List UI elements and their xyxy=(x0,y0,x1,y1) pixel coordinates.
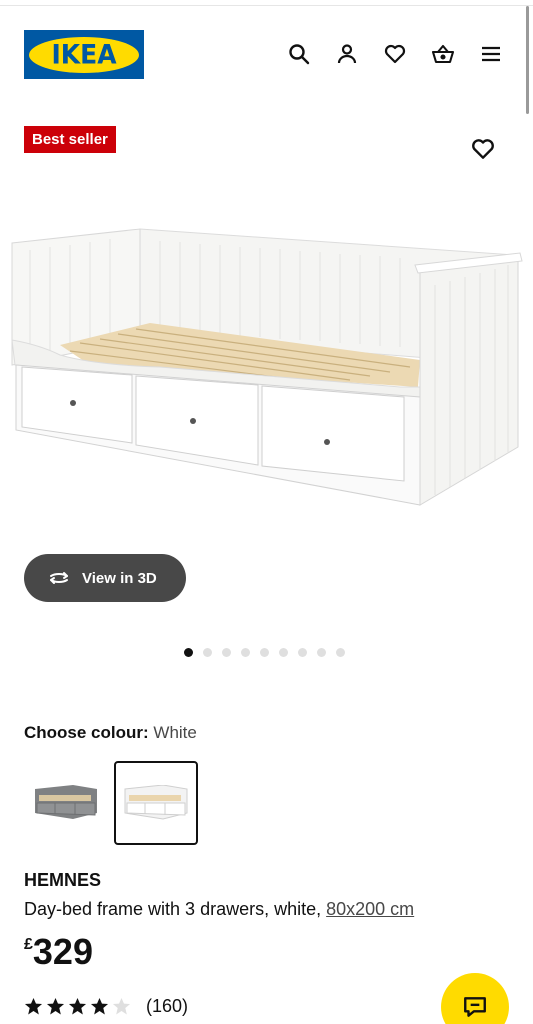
carousel-dot[interactable] xyxy=(222,648,231,657)
price-currency: £ xyxy=(24,936,33,953)
carousel-dot[interactable] xyxy=(336,648,345,657)
carousel-dot[interactable] xyxy=(184,648,193,657)
carousel-dot[interactable] xyxy=(260,648,269,657)
review-count: (160) xyxy=(146,996,189,1016)
carousel-dot[interactable] xyxy=(241,648,250,657)
star-empty-icon xyxy=(112,997,131,1015)
menu-icon[interactable] xyxy=(475,40,507,68)
choose-colour-label: Choose colour: White xyxy=(24,723,197,743)
basket-icon[interactable] xyxy=(427,40,459,68)
header-icons xyxy=(283,40,507,68)
view-in-3d-label: View in 3D xyxy=(82,569,157,587)
carousel-dot[interactable] xyxy=(298,648,307,657)
star-filled-icon xyxy=(24,997,43,1015)
product-image-day-bed[interactable] xyxy=(0,215,533,535)
site-header: IKEA xyxy=(0,28,533,80)
colour-option-grey[interactable] xyxy=(24,761,108,845)
product-description-text: Day-bed frame with 3 drawers, white, xyxy=(24,899,327,919)
best-seller-badge: Best seller xyxy=(24,126,116,153)
product-rating[interactable]: (160) xyxy=(24,996,188,1017)
search-icon[interactable] xyxy=(283,40,315,68)
product-description: Day-bed frame with 3 drawers, white, 80x… xyxy=(24,899,414,920)
product-name: HEMNES xyxy=(24,870,102,890)
selected-colour-value: White xyxy=(153,723,197,742)
heart-icon[interactable] xyxy=(379,40,411,68)
user-icon[interactable] xyxy=(331,40,363,68)
star-filled-icon xyxy=(46,997,65,1015)
carousel-dot[interactable] xyxy=(317,648,326,657)
add-to-favourites-heart-icon[interactable] xyxy=(470,136,498,162)
price-value: 329 xyxy=(32,931,93,972)
star-filled-icon xyxy=(90,997,109,1015)
ikea-logo[interactable]: IKEA xyxy=(24,30,144,79)
image-carousel-dots xyxy=(184,648,345,657)
top-border xyxy=(0,0,533,6)
star-filled-icon xyxy=(68,997,87,1015)
carousel-dot[interactable] xyxy=(203,648,212,657)
rotate-3d-icon xyxy=(50,572,68,584)
logo-text: IKEA xyxy=(51,39,117,70)
chat-icon xyxy=(464,997,486,1017)
view-in-3d-button[interactable]: View in 3D xyxy=(24,554,186,602)
logo-oval: IKEA xyxy=(29,36,139,73)
carousel-dot[interactable] xyxy=(279,648,288,657)
size-link[interactable]: 80x200 cm xyxy=(326,899,414,919)
colour-label-text: Choose colour: xyxy=(24,723,149,742)
colour-option-white[interactable] xyxy=(114,761,198,845)
chat-button[interactable] xyxy=(441,973,509,1024)
product-price: £ 329 xyxy=(24,930,93,974)
